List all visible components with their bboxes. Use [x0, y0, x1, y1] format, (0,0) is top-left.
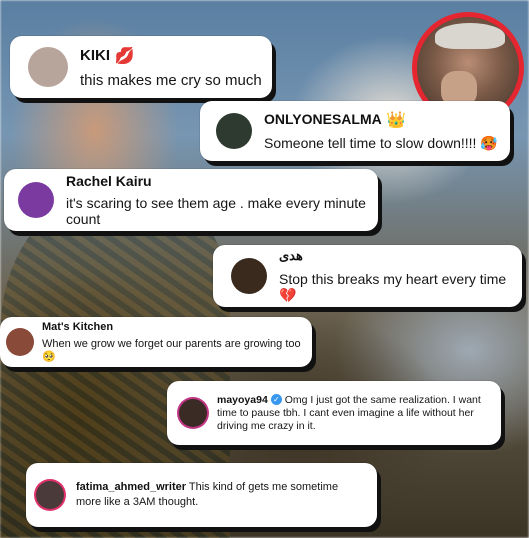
- comment-card-rachel-kairu[interactable]: Rachel Kairu it's scaring to see them ag…: [4, 169, 378, 231]
- comment-card-fatima-ahmed-writer[interactable]: fatima_ahmed_writer This kind of gets me…: [26, 463, 377, 527]
- avatar: [216, 113, 252, 149]
- avatar: [179, 399, 207, 427]
- comment-card-kiki[interactable]: KIKI 💋 this makes me cry so much: [10, 36, 272, 98]
- avatar: [231, 258, 267, 294]
- avatar: [36, 481, 64, 509]
- crown-emoji: 👑: [386, 112, 407, 129]
- comment-card-mayoya94[interactable]: mayoya94 ✓ Omg I just got the same realiz…: [167, 381, 501, 445]
- comment-card-mats-kitchen[interactable]: Mat's Kitchen When we grow we forget our…: [0, 317, 312, 367]
- verified-check-icon: ✓: [270, 393, 282, 405]
- comment-text: this makes me cry so much: [80, 71, 262, 89]
- comment-username: mayoya94: [217, 393, 268, 406]
- avatar: [6, 328, 34, 356]
- avatar: [18, 182, 54, 218]
- comment-card-huda[interactable]: هدى Stop this breaks my heart every time…: [213, 245, 522, 307]
- comment-text: Stop this breaks my heart every time 💔: [279, 271, 507, 303]
- reaction-hair: [435, 23, 505, 49]
- comment-text: it's scaring to see them age . make ever…: [66, 195, 366, 227]
- comment-username: هدى: [279, 248, 303, 263]
- comment-text: Someone tell time to slow down!!!! 🥵: [264, 135, 498, 151]
- comment-username: KIKI: [80, 46, 110, 64]
- avatar: [28, 47, 68, 87]
- comment-username: fatima_ahmed_writer: [76, 481, 187, 493]
- comment-username: Mat's Kitchen: [42, 321, 114, 333]
- comment-text: When we grow we forget our parents are g…: [42, 338, 301, 363]
- comment-username: Rachel Kairu: [66, 173, 152, 189]
- comment-card-onlyonesalma[interactable]: ONLYONESALMA 👑 Someone tell time to slow…: [200, 101, 510, 161]
- lips-emoji: 💋: [114, 47, 135, 65]
- comment-username: ONLYONESALMA: [264, 111, 382, 128]
